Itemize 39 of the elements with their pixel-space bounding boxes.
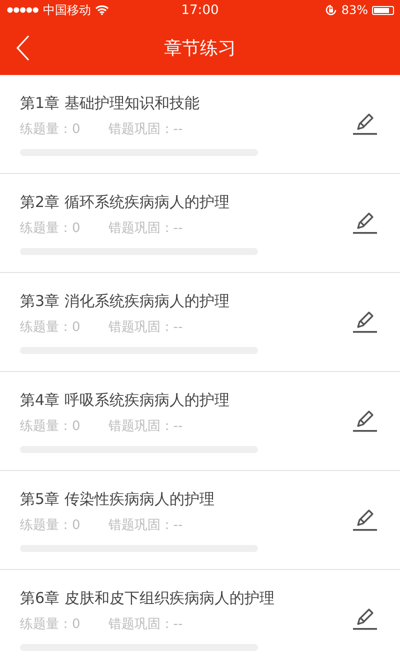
- practice-count: 练题量：0: [20, 616, 80, 633]
- review-count: 错题巩固：--: [108, 319, 183, 336]
- chapter-title: 第2章 循环系统疾病病人的护理: [20, 192, 230, 213]
- practice-count: 练题量：0: [20, 319, 80, 336]
- status-time: 17:00: [181, 2, 219, 18]
- practice-count: 练题量：0: [20, 418, 80, 435]
- chapter-item[interactable]: 第6章 皮肤和皮下组织疾病病人的护理 练题量：0 错题巩固：--: [0, 570, 400, 667]
- wifi-icon: [95, 5, 109, 15]
- chapter-title: 第4章 呼吸系统疾病病人的护理: [20, 390, 230, 411]
- pencil-icon[interactable]: [352, 408, 378, 434]
- practice-count: 练题量：0: [20, 517, 80, 534]
- pencil-icon[interactable]: [352, 111, 378, 137]
- chapter-item[interactable]: 第1章 基础护理知识和技能 练题量：0 错题巩固：--: [0, 75, 400, 174]
- chapter-item[interactable]: 第5章 传染性疾病病人的护理 练题量：0 错题巩固：--: [0, 471, 400, 570]
- chapter-item[interactable]: 第4章 呼吸系统疾病病人的护理 练题量：0 错题巩固：--: [0, 372, 400, 471]
- pencil-icon[interactable]: [352, 507, 378, 533]
- rotation-lock-icon: [325, 4, 338, 16]
- chevron-left-icon[interactable]: [16, 34, 30, 60]
- chapter-title: 第5章 传染性疾病病人的护理: [20, 489, 216, 510]
- battery-icon: [372, 6, 394, 14]
- practice-count: 练题量：0: [20, 220, 80, 237]
- page-title: 章节练习: [163, 36, 237, 60]
- review-count: 错题巩固：--: [108, 517, 183, 534]
- chapter-item[interactable]: 第2章 循环系统疾病病人的护理 练题量：0 错题巩固：--: [0, 174, 400, 273]
- pencil-icon[interactable]: [352, 309, 378, 335]
- chapter-title: 第6章 皮肤和皮下组织疾病病人的护理: [20, 588, 276, 609]
- chapter-title: 第3章 消化系统疾病病人的护理: [20, 291, 230, 312]
- review-count: 错题巩固：--: [108, 418, 183, 435]
- chapter-title: 第1章 基础护理知识和技能: [20, 93, 200, 114]
- battery-percent: 83%: [341, 3, 368, 17]
- carrier-name: 中国移动: [43, 2, 91, 18]
- review-count: 错题巩固：--: [108, 616, 183, 633]
- practice-count: 练题量：0: [20, 121, 80, 138]
- signal-icon: [7, 7, 39, 13]
- pencil-icon[interactable]: [352, 210, 378, 236]
- review-count: 错题巩固：--: [108, 121, 183, 138]
- review-count: 错题巩固：--: [108, 220, 183, 237]
- chapter-item[interactable]: 第3章 消化系统疾病病人的护理 练题量：0 错题巩固：--: [0, 273, 400, 372]
- pencil-icon[interactable]: [352, 606, 378, 632]
